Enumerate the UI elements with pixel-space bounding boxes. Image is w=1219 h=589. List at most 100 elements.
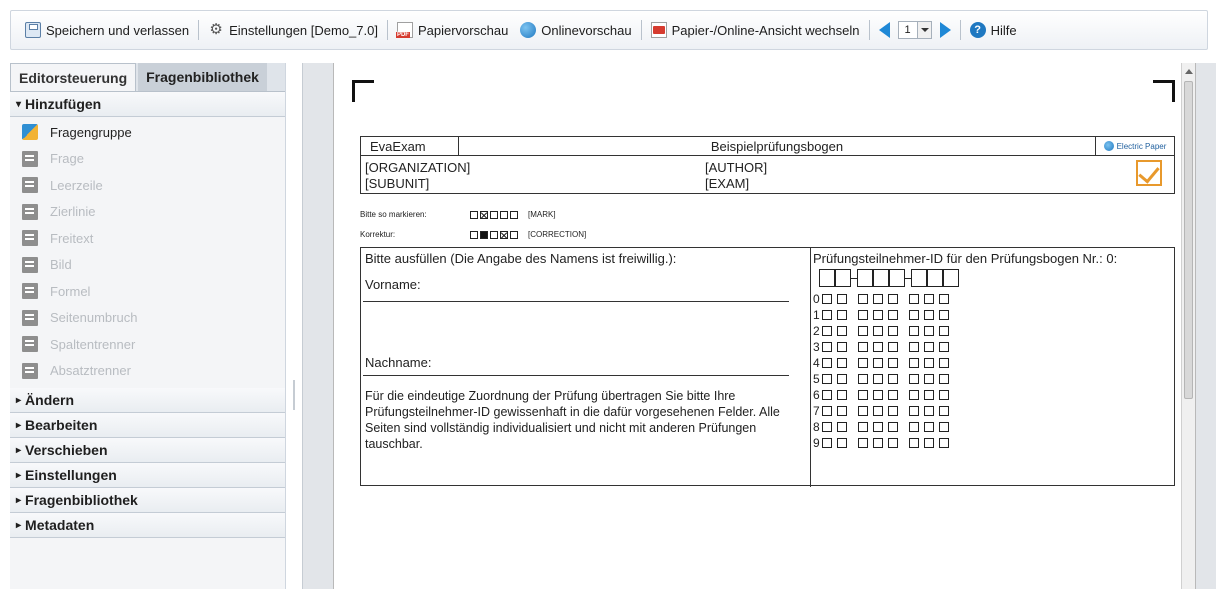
corner-mark [1153,80,1175,102]
digit-bubble [924,374,934,384]
sidebar-item-paragraph-separator[interactable]: Absatztrenner [10,358,285,385]
digit-bubble [888,438,898,448]
sidebar-item-decorative-line[interactable]: Zierlinie [10,199,285,226]
digit-bubble [939,438,949,448]
section-add[interactable]: ▾ Hinzufügen [10,92,285,117]
globe-logo-icon [1103,141,1114,151]
section-label: Bearbeiten [25,417,98,433]
digit-bubble [888,342,898,352]
tab-question-library[interactable]: Fragenbibliothek [138,63,267,91]
page-select[interactable]: 1 [897,21,932,39]
caret-right-icon: ▸ [16,394,22,406]
section-metadata[interactable]: ▸ Metadaten [10,513,285,538]
digit-bubble [822,422,832,432]
page-select-value: 1 [904,24,911,36]
settings-button[interactable]: ⚙ Einstellungen [Demo_7.0] [208,22,378,38]
digit-bubble [888,326,898,336]
checkbox-empty [470,230,478,239]
digit-bubble [909,422,919,432]
section-edit[interactable]: ▸ Bearbeiten [10,413,285,438]
sidebar-item-question[interactable]: Frage [10,146,285,173]
digit-bubble [837,358,847,368]
digit-bubble [924,438,934,448]
sidebar-item-label: Freitext [50,230,94,246]
digit-row: 2 [813,323,954,339]
digit-bubble [939,342,949,352]
settings-label: Einstellungen [Demo_7.0] [229,22,378,38]
scrollbar-thumb[interactable] [1184,81,1193,399]
digit-label: 0 [813,292,820,306]
digit-label: 8 [813,420,820,434]
sidebar-item-label: Seitenumbruch [50,310,138,326]
sidebar-item-image[interactable]: Bild [10,252,285,279]
paragraph-separator-icon [22,362,38,379]
digit-bubble [888,294,898,304]
sidebar-item-page-break[interactable]: Seitenumbruch [10,305,285,332]
digit-bubble [837,326,847,336]
sidebar-item-label: Leerzeile [50,177,103,193]
save-and-exit-button[interactable]: Speichern und verlassen [25,22,189,38]
section-label: Verschieben [25,442,108,458]
digit-bubble [837,438,847,448]
last-name-line [363,375,789,376]
section-change[interactable]: ▸ Ändern [10,388,285,413]
digit-bubble [858,374,868,384]
tab-editor-control[interactable]: Editorsteuerung [10,63,137,91]
digit-bubble [924,294,934,304]
vertical-scrollbar[interactable] [1181,63,1195,589]
digit-label: 2 [813,324,820,338]
online-preview-button[interactable]: Onlinevorschau [520,22,632,38]
digit-bubble [888,390,898,400]
switch-view-button[interactable]: Papier-/Online-Ansicht wechseln [650,22,860,38]
previous-page-arrow-icon[interactable] [878,22,890,38]
first-name-line [363,301,789,302]
digit-bubble [858,438,868,448]
digit-bubble [939,310,949,320]
online-preview-label: Onlinevorschau [541,22,632,38]
digit-bubble [822,326,832,336]
digit-label: 1 [813,308,820,322]
section-move[interactable]: ▸ Verschieben [10,438,285,463]
digit-bubble [873,438,883,448]
sidebar-item-formula[interactable]: Formel [10,278,285,305]
digit-row: 8 [813,419,954,435]
digit-label: 5 [813,372,820,386]
organization-placeholder: [ORGANIZATION] [365,160,471,175]
scroll-up-arrow-icon[interactable] [1185,69,1193,74]
digit-label: 9 [813,436,820,450]
checkmark-logo-icon [1136,160,1162,186]
digit-bubble [888,358,898,368]
section-label: Fragenbibliothek [25,492,138,508]
digit-bubble [909,390,919,400]
app-window: Speichern und verlassen ⚙ Einstellungen … [0,0,1219,589]
fill-in-title: Bitte ausfüllen (Die Angabe des Namens i… [365,251,677,266]
digit-bubble [939,294,949,304]
image-icon [22,256,38,273]
digit-bubble [837,374,847,384]
digit-bubble [909,374,919,384]
panel-splitter-handle[interactable] [293,380,295,410]
digit-bubble [858,390,868,400]
globe-icon [520,22,537,38]
section-settings[interactable]: ▸ Einstellungen [10,463,285,488]
chevron-down-icon[interactable] [916,22,931,38]
exam-placeholder: [EXAM] [705,176,750,191]
id-digit-cell [835,269,851,287]
sidebar-item-blank-line[interactable]: Leerzeile [10,172,285,199]
switch-view-icon [650,22,667,38]
sidebar-item-question-group[interactable]: Fragengruppe [10,119,285,146]
section-question-library[interactable]: ▸ Fragenbibliothek [10,488,285,513]
digit-bubble [909,438,919,448]
digit-bubble [939,374,949,384]
paper-preview-button[interactable]: Papiervorschau [395,22,508,38]
digit-row: 9 [813,435,954,451]
sidebar-item-column-separator[interactable]: Spaltentrenner [10,331,285,358]
formula-icon [22,283,38,300]
digit-bubble [873,358,883,368]
page-break-icon [22,309,38,326]
next-page-arrow-icon[interactable] [939,22,951,38]
sidebar-item-label: Formel [50,283,91,299]
help-button[interactable]: ? Hilfe [969,22,1017,38]
sidebar-item-free-text[interactable]: Freitext [10,225,285,252]
digit-bubble-grid: 0 1 2 3 4 5 6 7 8 9 [813,291,954,451]
